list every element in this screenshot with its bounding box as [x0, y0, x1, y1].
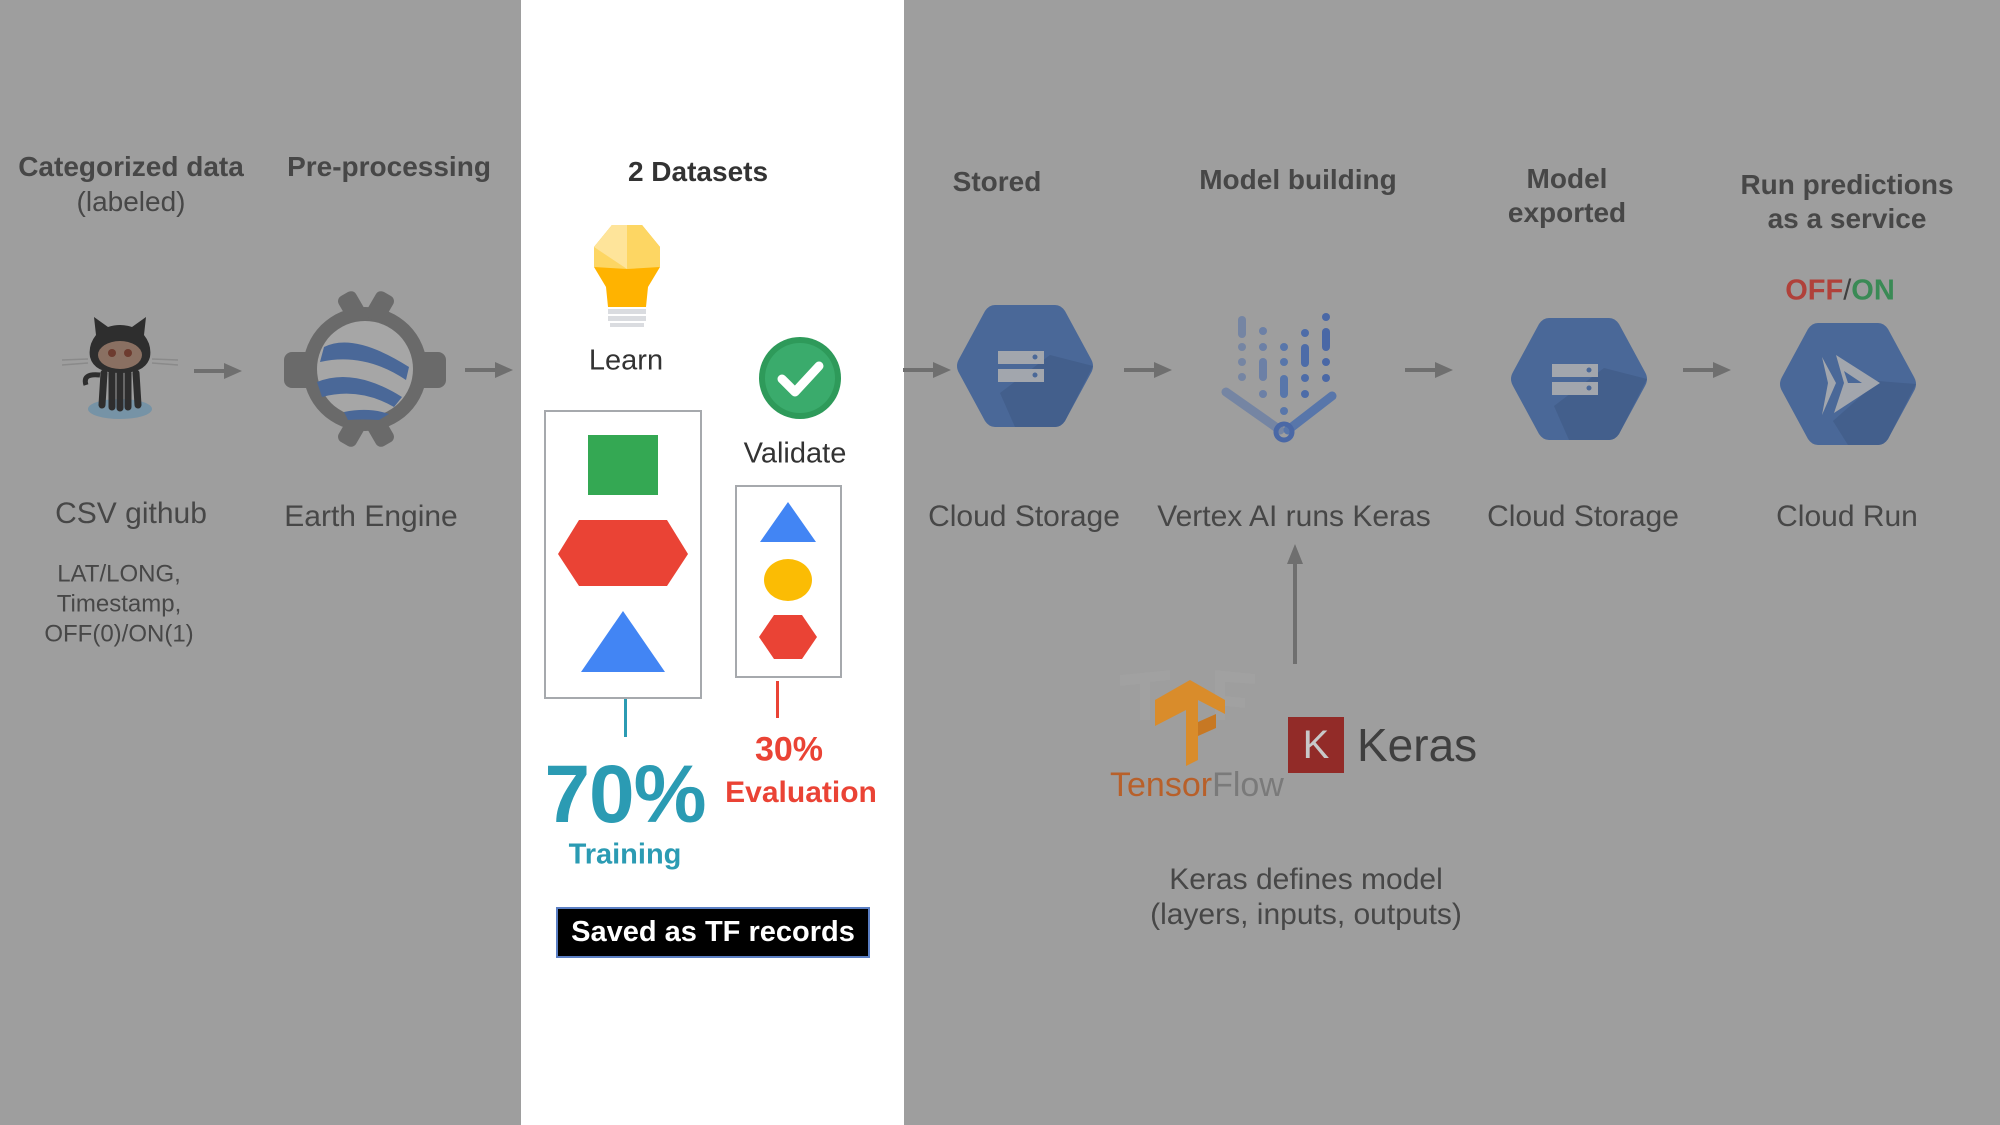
tensorflow-logo-icon: TensorFlow: [1110, 670, 1284, 804]
keras-logo-icon: K: [1288, 717, 1344, 773]
data-field-offon: OFF(0)/ON(1): [44, 620, 194, 648]
step-title-run-predictions-1: Run predictions: [1740, 169, 1954, 200]
training-label: Training: [568, 838, 682, 871]
evaluation-label: Evaluation: [725, 776, 877, 809]
step-subtitle-labeled: (labeled): [76, 186, 186, 217]
step-title-pre-processing: Pre-processing: [287, 151, 491, 182]
saved-as-tf-records-badge: Saved as TF records: [556, 907, 870, 958]
cloud-storage-icon: [1511, 318, 1647, 440]
arrow-up-icon: [1287, 544, 1303, 664]
step-title-run-predictions-2: as a service: [1767, 203, 1927, 234]
step-title-model-exported-2: exported: [1507, 197, 1627, 228]
step-label-csv-github: CSV github: [55, 497, 207, 530]
tensorflow-tensor-text: Tensor: [1110, 766, 1212, 804]
step-label-vertex-ai: Vertex AI runs Keras: [1157, 500, 1431, 533]
step-label-cloud-storage: Cloud Storage: [928, 500, 1120, 533]
arrow-right-icon: [1683, 362, 1731, 378]
arrow-right-icon: [903, 362, 951, 378]
tensorflow-flow-text: Flow: [1212, 766, 1284, 804]
lightbulb-icon: [594, 225, 660, 327]
svg-text:TensorFlow: TensorFlow: [1110, 766, 1284, 804]
training-connector: [624, 699, 627, 737]
arrow-right-icon: [465, 362, 513, 378]
triangle-shape: [760, 502, 816, 542]
off-on-status: OFF/ON: [1785, 275, 1895, 308]
step-label-earth-engine: Earth Engine: [284, 500, 458, 533]
step-title-categorized-data: Categorized data: [18, 151, 244, 182]
on-text: ON: [1851, 274, 1895, 307]
cloud-storage-icon: [957, 305, 1093, 427]
arrow-right-icon: [1124, 362, 1172, 378]
step-title-stored: Stored: [952, 166, 1042, 197]
evaluation-connector: [776, 681, 779, 718]
github-octocat-icon: [61, 317, 179, 419]
square-shape: [588, 435, 658, 495]
validation-shapes: [759, 502, 817, 659]
arrow-right-icon: [194, 363, 242, 379]
keras-caption-line2: (layers, inputs, outputs): [1150, 898, 1462, 931]
checkmark-circle-icon: [759, 337, 841, 419]
evaluation-percent: 30%: [754, 730, 824, 769]
hexagon-shape: [759, 615, 817, 659]
circle-shape: [764, 559, 812, 601]
data-field-latlong: LAT/LONG,: [57, 560, 181, 588]
datasets-title: 2 Datasets: [627, 156, 769, 187]
cloud-run-icon: [1780, 323, 1916, 445]
vertex-ai-icon: [1221, 313, 1337, 443]
step-label-cloud-storage-2: Cloud Storage: [1487, 500, 1679, 533]
earth-engine-icon: [284, 291, 446, 447]
step-label-cloud-run: Cloud Run: [1776, 500, 1918, 533]
off-text: OFF: [1785, 274, 1844, 307]
step-title-model-building: Model building: [1199, 164, 1397, 195]
step-title-model-exported-1: Model: [1526, 163, 1608, 194]
training-percent: 70%: [544, 749, 706, 840]
learn-label: Learn: [588, 344, 664, 377]
training-shapes: [558, 435, 688, 672]
data-field-timestamp: Timestamp,: [56, 590, 182, 618]
status-separator: /: [1843, 274, 1852, 307]
keras-caption-line1: Keras defines model: [1169, 863, 1443, 896]
triangle-shape: [581, 611, 665, 672]
arrow-right-icon: [1405, 362, 1453, 378]
hexagon-shape: [558, 520, 688, 586]
keras-wordmark: Keras: [1357, 719, 1478, 771]
validate-label: Validate: [743, 437, 847, 470]
